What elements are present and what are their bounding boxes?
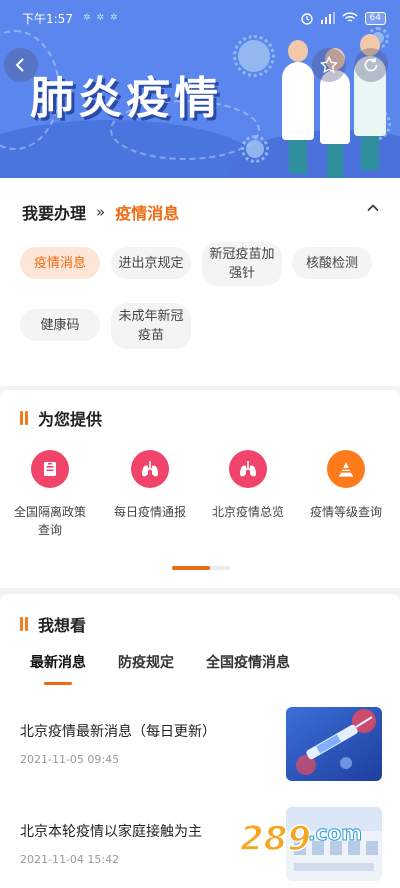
service-label: 全国隔离政策查询 <box>13 505 86 537</box>
lungs-icon <box>131 450 169 488</box>
watch-title: 我想看 <box>38 616 87 635</box>
svg-text:289: 289 <box>240 819 311 859</box>
header-banner: 下午1:57 ✲✲✲ 64 肺炎疫情 <box>0 0 400 178</box>
notification-icons: ✲✲✲ <box>82 13 124 23</box>
tag-beijing-entry-rules[interactable]: 进出京规定 <box>111 247 191 279</box>
vaccine-syringe-image <box>286 707 382 781</box>
doctor-illustration <box>282 40 314 174</box>
service-label: 每日疫情通报 <box>113 505 186 519</box>
chevron-left-icon <box>15 58 24 72</box>
status-bar: 下午1:57 ✲✲✲ 64 <box>0 0 400 36</box>
tag-health-code[interactable]: 健康码 <box>20 309 100 341</box>
provide-title: 为您提供 <box>38 410 103 429</box>
news-thumbnail[interactable] <box>286 707 382 781</box>
lungs-icon <box>229 450 267 488</box>
virus-illustration <box>241 135 269 163</box>
wifi-icon <box>342 12 358 22</box>
section-heading: 为您提供 <box>20 406 102 430</box>
service-daily-report[interactable]: 每日疫情通报 <box>102 450 198 521</box>
svg-text:.com: .com <box>308 821 362 845</box>
alarm-icon <box>300 13 313 25</box>
document-icon <box>31 450 69 488</box>
tag-epidemic-news[interactable]: 疫情消息 <box>20 247 100 279</box>
news-date: 2021-11-04 15:42 <box>20 853 120 866</box>
handle-section: 我要办理 » 疫情消息 疫情消息 进出京规定 新冠疫苗加强针 核酸检测 健康码 … <box>0 178 400 386</box>
star-icon <box>320 56 338 74</box>
virus-illustration <box>233 35 275 77</box>
banner-title: 肺炎疫情 <box>30 73 222 124</box>
news-title[interactable]: 北京疫情最新消息（每日更新） <box>20 721 216 741</box>
double-chevron-right-icon: » <box>96 203 106 221</box>
signal-icon <box>320 12 335 24</box>
service-quarantine-policy[interactable]: 全国隔离政策查询 <box>2 450 98 539</box>
collapse-button[interactable] <box>366 200 380 219</box>
tag-booster-shot[interactable]: 新冠疫苗加强针 <box>202 242 282 286</box>
warning-cone-icon <box>327 450 365 488</box>
heading-marker <box>20 617 28 631</box>
watermark-logo: 289 .com <box>238 810 388 870</box>
breadcrumb-current: 疫情消息 <box>115 204 180 223</box>
tab-national-news[interactable]: 全国疫情消息 <box>206 652 290 672</box>
service-label: 疫情等级查询 <box>309 505 382 519</box>
chevron-up-icon <box>367 204 379 212</box>
refresh-icon <box>364 58 378 72</box>
service-label: 北京疫情总览 <box>211 505 284 519</box>
news-title[interactable]: 北京本轮疫情以家庭接触为主 <box>20 821 202 841</box>
tag-nucleic-test[interactable]: 核酸检测 <box>292 247 372 279</box>
provide-section: 为您提供 全国隔离政策查询 每日疫情通报 北京疫情总览 疫情等级查询 <box>0 390 400 588</box>
refresh-button[interactable] <box>354 48 388 82</box>
news-date: 2021-11-05 09:45 <box>20 753 120 766</box>
service-beijing-overview[interactable]: 北京疫情总览 <box>200 450 296 521</box>
breadcrumb: 我要办理 » 疫情消息 <box>22 200 179 224</box>
tab-latest-news[interactable]: 最新消息 <box>30 652 86 685</box>
status-time: 下午1:57 <box>22 11 73 26</box>
tag-minor-vaccine[interactable]: 未成年新冠疫苗 <box>111 303 191 349</box>
back-button[interactable] <box>4 48 38 82</box>
heading-marker <box>20 411 28 425</box>
tab-prevention-rules[interactable]: 防疫规定 <box>118 652 174 672</box>
carousel-pager <box>172 566 230 570</box>
news-tabs: 最新消息 防疫规定 全国疫情消息 <box>30 652 290 685</box>
service-risk-level[interactable]: 疫情等级查询 <box>298 450 394 521</box>
pager-indicator <box>172 566 210 570</box>
watch-section: 我想看 最新消息 防疫规定 全国疫情消息 北京疫情最新消息（每日更新） 2021… <box>0 594 400 888</box>
news-item[interactable]: 北京疫情最新消息（每日更新） 2021-11-05 09:45 <box>0 707 400 787</box>
battery-indicator: 64 <box>364 11 386 25</box>
section-heading: 我想看 <box>20 612 86 636</box>
breadcrumb-root[interactable]: 我要办理 <box>22 200 86 224</box>
favorite-button[interactable] <box>312 48 346 82</box>
